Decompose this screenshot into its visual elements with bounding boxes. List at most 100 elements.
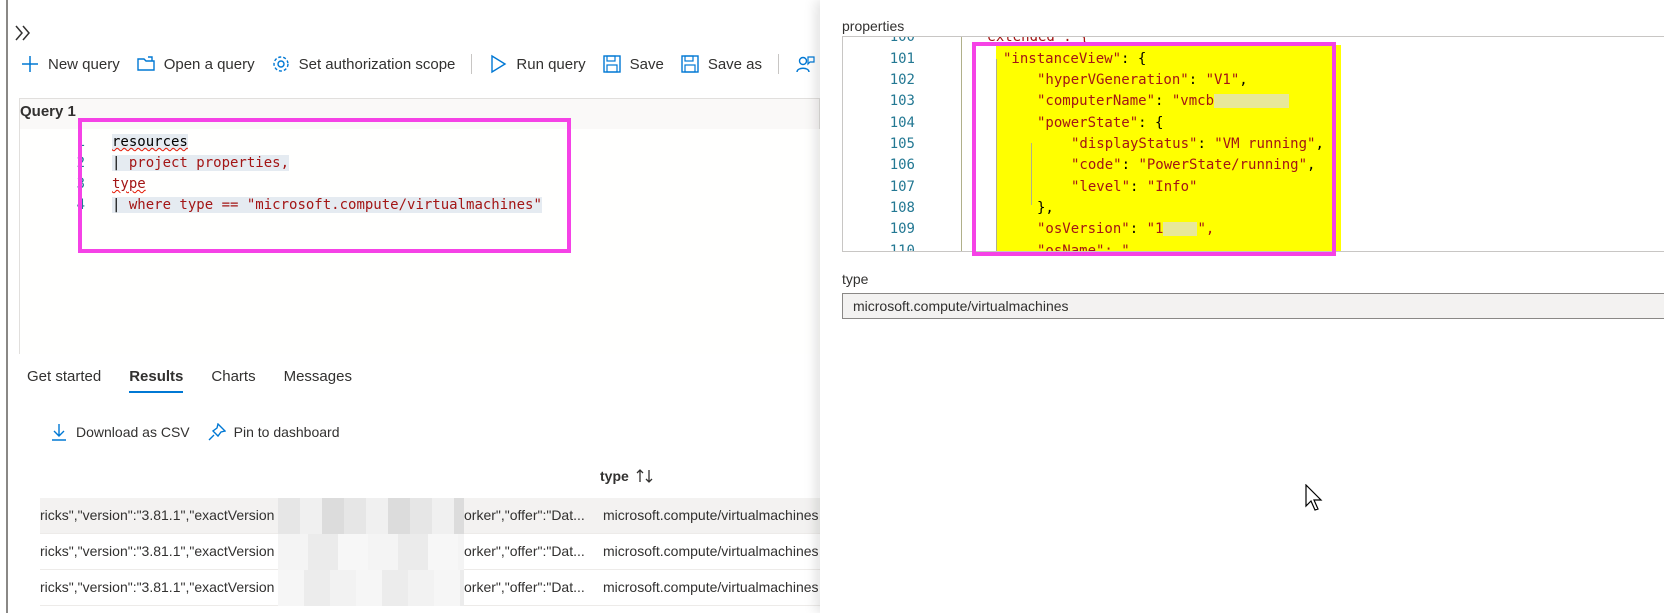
table-cell: orker","offer":"Dat... [464, 579, 585, 595]
feedback-button[interactable]: F [795, 50, 820, 78]
save-button[interactable]: Save [602, 50, 664, 78]
pin-icon [208, 423, 226, 441]
code-editor[interactable]: 1 2 3 4 resources | project properties, … [20, 129, 820, 354]
tab-results[interactable]: Results [129, 368, 184, 393]
line-number: 109 [889, 221, 915, 237]
expand-chevron-icon[interactable] [12, 22, 34, 44]
json-key: "powerState" [1037, 115, 1139, 131]
code-line-3[interactable]: type [112, 176, 146, 192]
json-value: "VM running" [1214, 136, 1316, 152]
redacted-area [278, 534, 464, 570]
code-token: | [112, 155, 129, 171]
column-header-label: type [600, 468, 629, 484]
line-number: 110 [889, 243, 915, 252]
json-value: "V1" [1205, 72, 1240, 88]
save-as-button[interactable]: Save as [680, 50, 762, 78]
line-number: 3 [76, 176, 85, 192]
sort-icon[interactable] [635, 468, 655, 484]
save-icon [602, 55, 621, 73]
code-token: where type == [128, 197, 239, 213]
json-line: "powerState": { [1037, 115, 1163, 131]
table-cell: microsoft.compute/virtualmachines [603, 507, 819, 523]
indent-guide [1031, 143, 1032, 205]
line-number: 105 [889, 136, 915, 152]
open-folder-icon [137, 56, 155, 71]
json-value: ", [1197, 221, 1215, 237]
gear-icon [272, 56, 289, 72]
download-csv-label: Download as CSV [76, 424, 190, 440]
json-value: "PowerState/running" [1138, 157, 1308, 173]
line-number: 4 [76, 197, 85, 213]
new-query-label: New query [48, 55, 120, 73]
table-cell: ricks","version":"3.81.1","exactVersion [40, 579, 275, 595]
details-pane: properties 100 101 102 103 104 105 106 1… [820, 0, 1664, 613]
play-icon [491, 54, 507, 74]
indent-guide [961, 37, 962, 251]
code-token: project properties, [128, 155, 290, 171]
json-line: "osName": " [1037, 243, 1130, 252]
mouse-cursor-icon [1305, 484, 1323, 511]
json-line: "instanceView": { [1003, 51, 1146, 67]
set-authorization-scope-button[interactable]: Set authorization scope [271, 50, 456, 78]
table-row[interactable]: ricks","version":"3.81.1","exactVersion … [40, 534, 820, 570]
redacted-area [1163, 222, 1198, 236]
results-tabs: Get started Results Charts Messages [27, 368, 380, 393]
save-as-label: Save as [707, 55, 763, 73]
query-editor-pane: New query Open a query Set authorization… [0, 0, 820, 613]
table-cell: ricks","version":"3.81.1","exactVersion [40, 543, 275, 559]
properties-label: properties [842, 18, 905, 34]
code-token: resources [112, 134, 188, 150]
download-icon [52, 424, 66, 441]
run-query-label: Run query [516, 55, 586, 73]
pin-to-dashboard-button[interactable]: Pin to dashboard [208, 423, 340, 441]
table-cell: orker","offer":"Dat... [464, 543, 585, 559]
code-line-2[interactable]: | project properties, [112, 155, 290, 171]
code-line-1[interactable]: resources [112, 134, 188, 150]
table-row[interactable]: ricks","version":"3.81.1","exactVersion … [40, 498, 820, 534]
tab-get-started[interactable]: Get started [27, 368, 101, 393]
plus-icon [22, 56, 38, 72]
redacted-area [278, 498, 464, 534]
json-key: "instanceView" [1003, 51, 1122, 67]
json-key: "osVersion" [1037, 221, 1130, 237]
line-number: 2 [76, 155, 85, 171]
json-key: "level" [1071, 179, 1131, 195]
json-key: "displayStatus" [1071, 136, 1198, 152]
properties-json-viewer[interactable]: 100 101 102 103 104 105 106 107 108 109 … [842, 36, 1664, 252]
download-csv-button[interactable]: Download as CSV [50, 423, 190, 441]
json-line: "extended": { [979, 36, 1089, 45]
line-number: 103 [889, 93, 915, 109]
json-line: "displayStatus": "VM running", [1071, 136, 1324, 152]
redacted-area [278, 570, 464, 606]
person-feedback-icon [796, 56, 815, 73]
open-query-button[interactable]: Open a query [136, 50, 255, 78]
toolbar-divider [471, 54, 473, 74]
run-query-button[interactable]: Run query [488, 50, 586, 78]
set-scope-label: Set authorization scope [298, 55, 456, 73]
new-query-button[interactable]: New query [20, 50, 120, 78]
query-tab[interactable]: Query 1 [20, 99, 76, 120]
code-line-4[interactable]: | where type == "microsoft.compute/virtu… [112, 197, 542, 213]
json-line: "osVersion": "1 ", [1037, 221, 1215, 237]
json-punct: : { [1121, 51, 1147, 67]
json-line: "computerName": "vmcb [1037, 93, 1290, 109]
line-number: 100 [889, 36, 915, 45]
json-key: "hyperVGeneration" [1037, 72, 1189, 88]
code-token: "microsoft.compute/virtualmachines" [246, 197, 542, 213]
tab-charts[interactable]: Charts [211, 368, 255, 393]
line-number: 101 [889, 51, 915, 67]
pin-dashboard-label: Pin to dashboard [233, 424, 340, 440]
results-actions: Download as CSV Pin to dashboard [50, 423, 357, 441]
json-value: "1 [1146, 221, 1164, 237]
line-number: 102 [889, 72, 915, 88]
json-punct: : { [1138, 115, 1164, 131]
line-number: 106 [889, 157, 915, 173]
code-token: type [112, 176, 146, 192]
redacted-area [1214, 94, 1290, 108]
type-value-field[interactable]: microsoft.compute/virtualmachines [842, 293, 1664, 319]
type-label: type [842, 271, 869, 287]
table-row[interactable]: ricks","version":"3.81.1","exactVersion … [40, 570, 820, 606]
column-header-type[interactable]: type [600, 468, 655, 484]
save-as-icon [681, 55, 699, 73]
tab-messages[interactable]: Messages [284, 368, 352, 393]
